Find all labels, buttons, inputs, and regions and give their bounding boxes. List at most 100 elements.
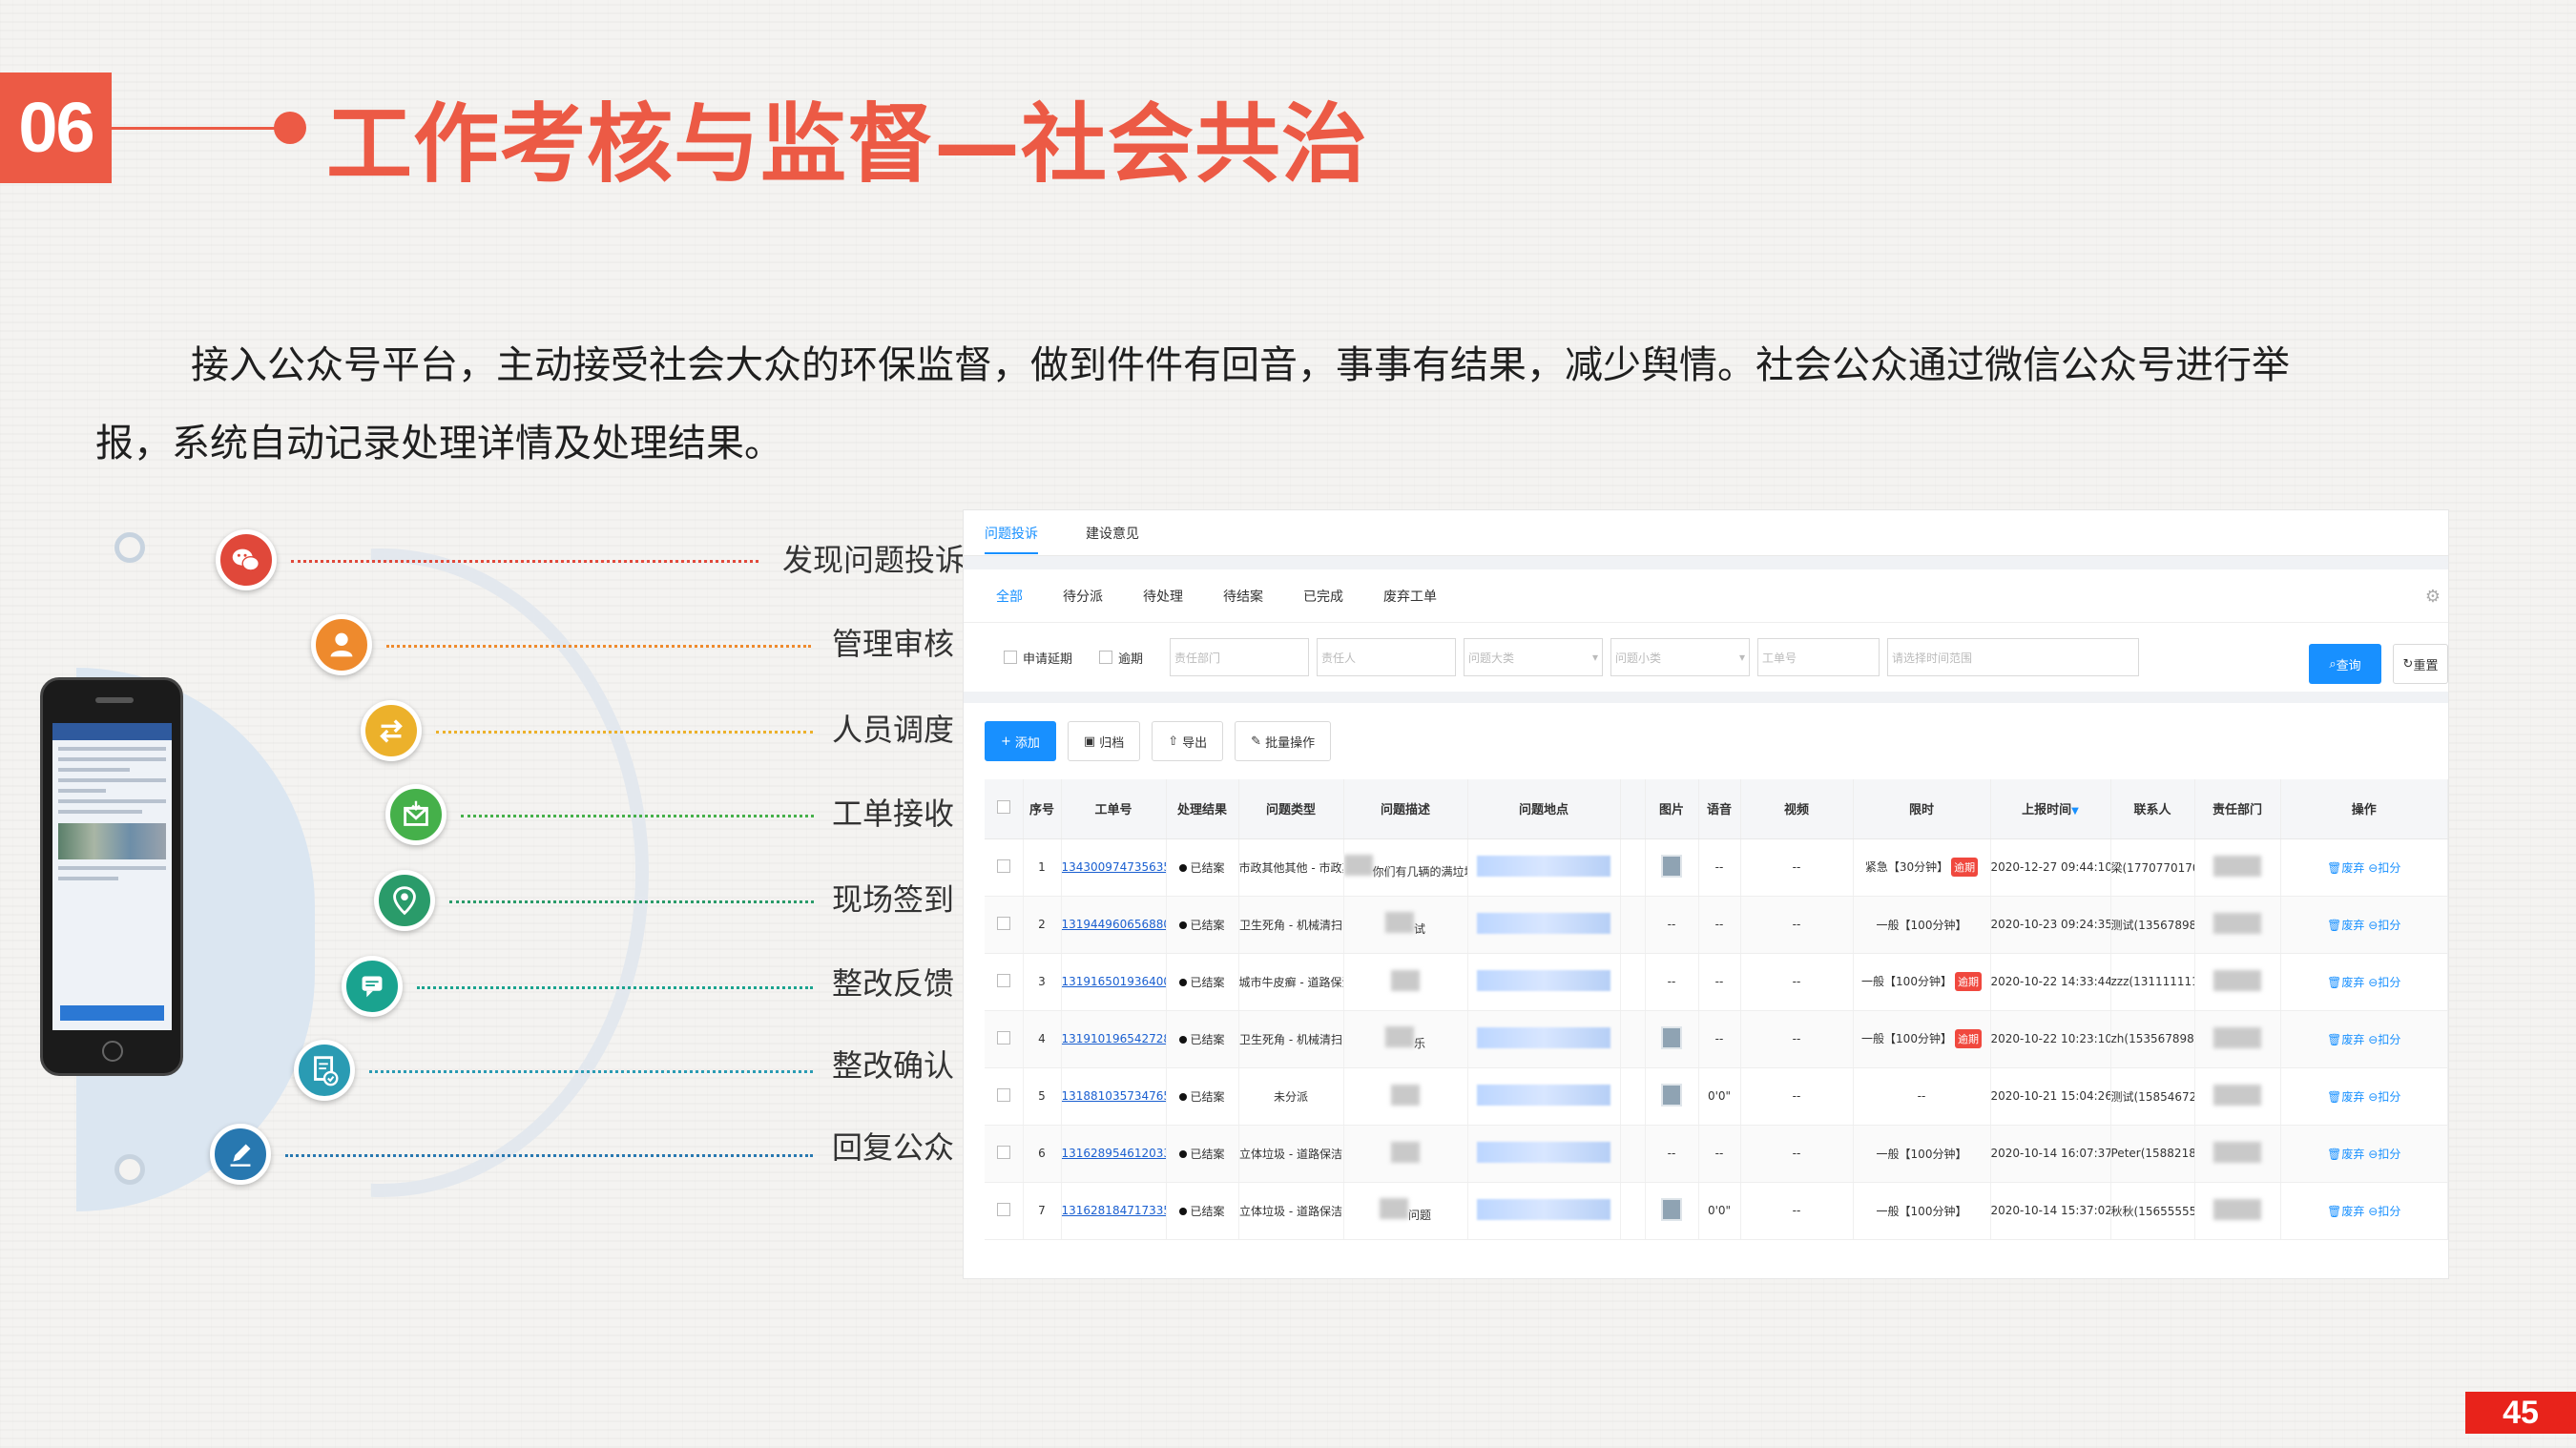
row-checkbox[interactable] [985,1182,1024,1240]
deduct-link[interactable]: ⊖扣分 [2368,861,2400,875]
table-row[interactable]: 61316289546120335360 已结案立体垃圾 - 道路保洁 -- -- --… [985,1125,2448,1183]
cell-type: 未分派 [1238,1067,1344,1126]
cell-no: 7 [1023,1182,1062,1240]
deduct-link[interactable]: ⊖扣分 [2368,1148,2400,1161]
deduct-link[interactable]: ⊖扣分 [2368,1033,2400,1046]
table-row[interactable]: 31319165019364003840 已结案城市牛皮癣 - 道路保洁 -- -- -… [985,953,2448,1011]
archive-button[interactable]: ▣ 归档 [1067,721,1141,761]
image-thumbnail[interactable] [1661,1197,1682,1221]
row-checkbox[interactable] [985,1010,1024,1068]
deduct-link[interactable]: ⊖扣分 [2368,976,2400,989]
status-tab-completed[interactable]: 已完成 [1303,587,1343,606]
image-thumbnail[interactable] [1661,1025,1682,1049]
ticket-id[interactable]: 1343009747356356608 [1062,860,1166,874]
status-tab-pending-assign[interactable]: 待分派 [1063,587,1103,606]
department-input[interactable]: 责任部门 [1170,638,1310,676]
deduct-link[interactable]: ⊖扣分 [2368,1205,2400,1218]
cell-image[interactable] [1645,1067,1699,1126]
ticket-id[interactable]: 1319165019364003840 [1062,975,1166,988]
deduct-link[interactable]: ⊖扣分 [2368,919,2400,932]
limit-text: 一般【100分钟】 [1876,918,1967,932]
cell-image[interactable] [1645,838,1699,897]
status-tab-pending-close[interactable]: 待结案 [1223,587,1263,606]
query-button[interactable]: ⌕ 查询 [2309,644,2381,684]
image-thumbnail[interactable] [1661,854,1682,878]
table-header-row: 序号 工单号 处理结果 问题类型 问题描述 问题地点 图片 语音 视频 限时 上… [985,779,2448,839]
ticket-id[interactable]: 1316289546120335360 [1062,1147,1166,1160]
ticket-link[interactable]: 1316289546120335360 [1061,1125,1167,1183]
ticket-link[interactable]: 1319449606568808448 [1061,896,1167,954]
status-tab-all[interactable]: 全部 [996,587,1023,606]
cell-contact: zh(15356789876) [2110,1010,2195,1068]
sort-down-icon[interactable]: ▼ [2071,806,2079,817]
row-checkbox[interactable] [985,896,1024,954]
ticket-id[interactable]: 1316281847173353472 [1062,1204,1166,1217]
date-range-input[interactable]: 请选择时间范围 [1887,638,2140,676]
overdue-filter[interactable]: 逾期 [1099,649,1143,667]
subcategory-select[interactable]: 问题小类 ▾ [1610,638,1751,676]
row-checkbox[interactable] [985,838,1024,897]
cell-result: 已结案 [1166,838,1239,897]
table-row[interactable]: 21319449606568808448 已结案卫生死角 - 机械清扫 试 -- -- -… [985,896,2448,954]
ticket-link[interactable]: 1343009747356356608 [1061,838,1167,897]
extension-filter[interactable]: 申请延期 [1004,649,1072,667]
image-thumbnail[interactable] [1661,1083,1682,1107]
result-text: 已结案 [1190,1204,1225,1218]
discard-link[interactable]: 🗑废弃 [2327,976,2364,989]
col-header: 问题地点 [1467,779,1621,839]
discard-link[interactable]: 🗑废弃 [2327,1148,2364,1161]
ticket-id[interactable]: 1318810357347651584 [1062,1089,1166,1103]
discard-link[interactable]: 🗑废弃 [2327,1033,2364,1046]
reset-label: 重置 [2413,658,2439,673]
ticket-id[interactable]: 1319449606568808448 [1062,918,1166,931]
row-checkbox[interactable] [985,953,1024,1011]
select-all-checkbox[interactable] [985,779,1024,839]
responsible-person-input[interactable]: 责任人 [1317,638,1457,676]
table-row[interactable]: 41319101965427281920已结案卫生死角 - 机械清扫乐----一… [985,1010,2448,1068]
checkbox[interactable] [1099,651,1113,664]
export-button[interactable]: ⇧ 导出 [1152,721,1224,761]
col-header-label: 上报时间 [2022,803,2072,818]
status-tab-pending-handle[interactable]: 待处理 [1143,587,1183,606]
discard-link[interactable]: 🗑废弃 [2327,861,2364,875]
ticket-number-input[interactable]: 工单号 [1757,638,1880,676]
ticket-link[interactable]: 1319165019364003840 [1061,953,1167,1011]
redacted-department [2213,1198,2261,1220]
ticket-link[interactable]: 1318810357347651584 [1061,1067,1167,1126]
mail-icon [385,784,447,845]
discard-link[interactable]: 🗑废弃 [2327,1090,2364,1104]
category-select[interactable]: 问题大类 ▾ [1464,638,1604,676]
col-header [1620,779,1646,839]
filter-bar: 申请延期 逾期 责任部门 责任人 问题大类 ▾ 问题小类 ▾ 工单号 请选择时间范围… [964,623,2448,703]
discard-link[interactable]: 🗑废弃 [2327,919,2364,932]
cell-voice: 0'0" [1698,1182,1741,1240]
discard-link[interactable]: 🗑废弃 [2327,1205,2364,1218]
ticket-id[interactable]: 1319101965427281920 [1062,1032,1166,1045]
status-tab-discarded[interactable]: 废弃工单 [1383,587,1437,606]
cell-image[interactable] [1645,1010,1699,1068]
redacted-block [1391,1084,1420,1106]
cell-location [1467,1182,1621,1240]
cell-limit: 一般【100分钟】 [1853,1182,1991,1240]
cell-image[interactable] [1645,1182,1699,1240]
toolbar: + 添加 ▣ 归档 ⇧ 导出 ✎ 批量操作 [964,703,2448,779]
table-row[interactable]: 51318810357347651584 已结案未分派 0'0" -- -- 2020-1… [985,1067,2448,1126]
col-header-sortable[interactable]: 上报时间▼ [1990,779,2111,839]
add-button[interactable]: + 添加 [985,721,1056,761]
reset-button[interactable]: ↻ 重置 [2393,644,2448,684]
table-row[interactable]: 11343009747356356608 已结案市政其他其他 - 市政其他 你们有几… [985,838,2448,897]
tab-suggestions[interactable]: 建设意见 [1086,524,1139,543]
row-checkbox[interactable] [985,1125,1024,1183]
step-label: 管理审核 [831,626,954,662]
checkbox[interactable] [1004,651,1017,664]
batch-operation-button[interactable]: ✎ 批量操作 [1235,721,1332,761]
cell-voice: -- [1698,896,1741,954]
gear-icon[interactable]: ⚙ [2425,587,2441,607]
ticket-link[interactable]: 1316281847173353472 [1061,1182,1167,1240]
result-text: 已结案 [1190,1089,1225,1104]
deduct-link[interactable]: ⊖扣分 [2368,1090,2400,1104]
table-row[interactable]: 71316281847173353472 已结案立体垃圾 - 道路保洁 问题 0'0"… [985,1182,2448,1240]
row-checkbox[interactable] [985,1067,1024,1126]
tab-complaints[interactable]: 问题投诉 [985,524,1038,554]
ticket-link[interactable]: 1319101965427281920 [1061,1010,1167,1068]
